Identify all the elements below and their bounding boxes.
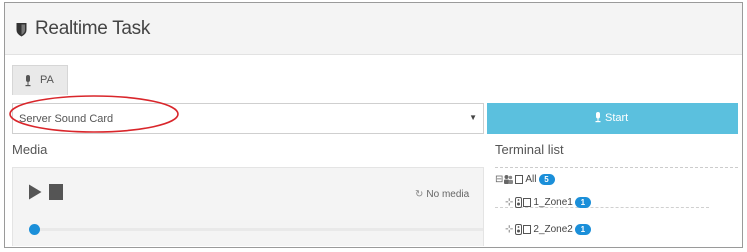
tree-item-zone2[interactable]: ⊹ 2_Zone2 1 <box>495 208 709 235</box>
media-section-label: Media <box>12 142 48 157</box>
caret-down-icon: ▼ <box>469 113 477 122</box>
play-icon[interactable] <box>28 184 42 200</box>
tab-label: PA <box>40 74 54 86</box>
count-badge: 1 <box>574 197 591 208</box>
microphone-icon <box>595 112 601 123</box>
speaker-icon <box>515 224 523 235</box>
media-progress-track[interactable] <box>33 228 483 231</box>
microphone-icon <box>25 75 31 87</box>
branch-icon: ⊹ <box>505 197 514 208</box>
tree-item-label: 2_Zone2 <box>533 224 573 235</box>
media-status: ↻ No media <box>415 189 469 200</box>
checkbox-zone2[interactable] <box>523 225 532 234</box>
count-badge: 1 <box>574 224 591 235</box>
sound-source-select[interactable]: Server Sound Card ▼ <box>12 103 484 134</box>
terminal-list-label: Terminal list <box>495 142 564 157</box>
checkbox-zone1[interactable] <box>523 198 532 207</box>
tree-item-zone1[interactable]: ⊹ 1_Zone1 1 <box>495 182 709 208</box>
tab-pa[interactable]: PA <box>12 65 68 95</box>
loading-icon: ↻ <box>415 189 424 200</box>
media-status-text: No media <box>426 189 470 200</box>
start-button[interactable]: Start <box>487 103 738 134</box>
terminal-tree: ⊟ All 5 ⊹ 1_Zone1 1 ⊹ 2_Zone2 1 <box>495 167 738 246</box>
branch-icon: ⊹ <box>505 224 514 235</box>
stop-icon[interactable] <box>49 184 63 200</box>
media-progress-handle[interactable] <box>29 224 40 235</box>
media-panel: ↻ No media <box>12 167 484 246</box>
tree-item-label: 1_Zone1 <box>533 197 573 208</box>
start-button-label: Start <box>605 112 629 124</box>
page-title: Realtime Task <box>35 18 151 39</box>
shield-icon <box>16 23 27 37</box>
page-header: Realtime Task <box>5 3 742 55</box>
speaker-icon <box>515 197 523 208</box>
sound-source-value: Server Sound Card <box>19 113 114 125</box>
